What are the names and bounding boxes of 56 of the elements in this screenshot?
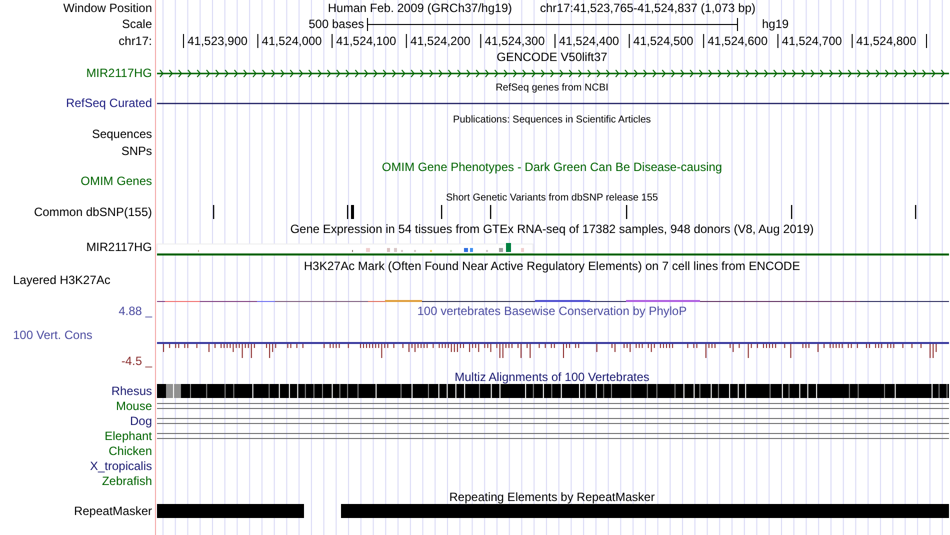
snp-mark[interactable] — [490, 205, 492, 219]
track-title: RefSeq genes from NCBI — [496, 82, 608, 94]
ruler-label: 41,523,900 — [188, 34, 248, 48]
ruler-label: 41,524,100 — [336, 34, 396, 48]
track-title: Short Genetic Variants from dbSNP release 155 — [446, 192, 658, 204]
snp-mark[interactable] — [791, 205, 792, 219]
track-title: Publications: Sequences in Scientific Articles — [453, 114, 651, 126]
snp-mark[interactable] — [441, 205, 442, 219]
chromosome-label: chr17: — [118, 34, 152, 48]
ruler-label: 41,524,800 — [856, 34, 916, 48]
track-title: Gene Expression in 54 tissues from GTEx RNA-seq of 17382 samples, 948 donors (V8, Aug 2019) — [290, 222, 814, 236]
track-label[interactable]: OMIM Genes — [80, 174, 152, 188]
track-label[interactable]: 100 Vert. Cons — [13, 328, 92, 342]
track-label[interactable]: Mouse — [116, 399, 152, 413]
track-label[interactable]: Elephant — [104, 429, 152, 443]
track-label[interactable]: Dog — [130, 414, 152, 428]
gene-feature-drawing[interactable] — [157, 70, 949, 78]
ruler-label: 41,524,400 — [559, 34, 620, 48]
track-title: Repeating Elements by RepeatMasker — [449, 490, 655, 504]
snp-mark[interactable] — [213, 205, 214, 219]
track-label[interactable]: Common dbSNP(155) — [34, 205, 152, 219]
track-label[interactable]: Sequences — [92, 127, 152, 141]
position-text: chr17:41,523,765-41,524,837 (1,073 bp) — [540, 1, 756, 15]
track-title: OMIM Gene Phenotypes - Dark Green Can Be Disease-causing — [382, 160, 722, 174]
track-label[interactable]: Chicken — [108, 444, 152, 458]
gene-feature-line[interactable] — [157, 102, 949, 104]
assembly-label: hg19 — [762, 17, 789, 31]
ruler-label: 41,524,500 — [633, 34, 694, 48]
ruler-label: 41,524,600 — [708, 34, 768, 48]
track-label[interactable]: Rhesus — [111, 384, 152, 398]
ruler-label: 41,524,200 — [410, 34, 470, 48]
track-title: GENCODE V50lift37 — [496, 50, 608, 64]
track-label[interactable]: SNPs — [121, 144, 152, 158]
track-label[interactable]: MIR2117HG — [86, 66, 152, 80]
snp-mark[interactable] — [626, 205, 628, 219]
track-title: 100 vertebrates Basewise Conservation by PhyloP — [417, 304, 687, 318]
assembly-title: Human Feb. 2009 (GRCh37/hg19) — [328, 1, 512, 15]
track-label[interactable]: 4.88 _ — [118, 304, 152, 318]
scale-text: 500 bases — [308, 17, 364, 31]
track-label[interactable]: RepeatMasker — [74, 504, 152, 518]
expression-bars-drawing[interactable] — [156, 243, 534, 254]
ruler-label: 41,524,000 — [262, 34, 322, 48]
track-label[interactable]: -4.5 _ — [121, 354, 152, 368]
snp-mark[interactable] — [915, 205, 916, 219]
row-label: Window Position — [63, 1, 152, 15]
track-label[interactable]: RefSeq Curated — [66, 96, 152, 110]
track-label[interactable]: Zebrafish — [102, 474, 152, 488]
ruler-label: 41,524,700 — [782, 34, 842, 48]
track-title: H3K27Ac Mark (Often Found Near Active Regulatory Elements) on 7 cell lines from ENCODE — [304, 259, 800, 273]
ruler-label: 41,524,300 — [484, 34, 545, 48]
track-label[interactable]: MIR2117HG — [86, 240, 152, 254]
row-label: Scale — [122, 17, 152, 31]
track-label[interactable]: X_tropicalis — [90, 459, 152, 473]
track-title: Multiz Alignments of 100 Vertebrates — [454, 370, 650, 384]
snp-mark[interactable] — [347, 205, 348, 219]
track-label[interactable]: Layered H3K27Ac — [13, 273, 110, 287]
